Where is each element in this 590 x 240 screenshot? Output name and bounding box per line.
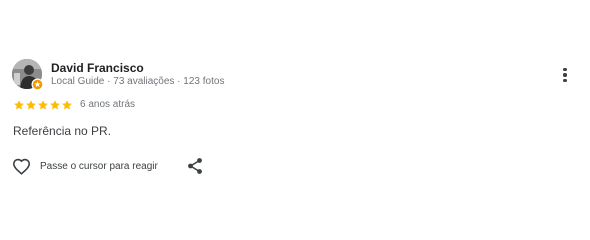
star-rating [13,99,73,111]
review-card: David Francisco Local Guide · 73 avaliaç… [0,0,590,240]
share-button[interactable] [187,157,203,175]
more-vert-icon-dot [563,78,567,83]
star-icon [50,99,60,109]
more-options-button[interactable] [556,66,574,84]
star-icon [26,99,36,109]
more-vert-icon-dot [563,73,567,77]
star-icon [62,99,72,109]
like-label: Passe o cursor para reagir [40,160,158,172]
star-icon [14,99,24,109]
local-guide-badge-icon [31,78,44,91]
author-meta[interactable]: Local Guide · 73 avaliações · 123 fotos [51,76,224,87]
review-date: 6 anos atrás [80,99,136,110]
heart-outline-icon [12,158,31,175]
author-name[interactable]: David Francisco [51,61,144,75]
review-text: Referência no PR. [13,124,112,138]
rating-row: 6 anos atrás [13,98,135,111]
more-vert-icon [563,67,567,72]
avatar[interactable] [12,59,44,91]
like-button[interactable]: Passe o cursor para reagir [12,157,158,175]
star-icon [38,99,48,109]
share-icon [188,158,202,174]
